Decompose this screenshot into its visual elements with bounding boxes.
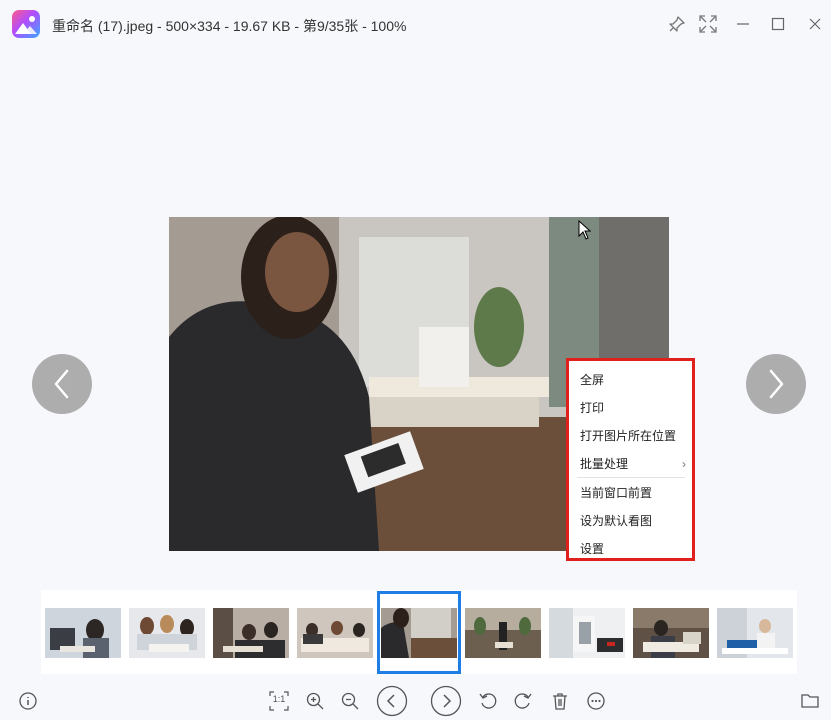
menu-item-batch-process[interactable]: 批量处理 › — [569, 450, 692, 478]
zoom-out-button[interactable] — [337, 688, 363, 714]
previous-button[interactable] — [376, 685, 408, 717]
submenu-arrow-icon: › — [682, 457, 686, 471]
pin-button[interactable] — [665, 12, 689, 36]
thumbnail[interactable] — [633, 608, 709, 658]
next-image-button[interactable] — [746, 354, 806, 414]
next-button[interactable] — [430, 685, 462, 717]
thumbnail[interactable] — [45, 608, 121, 658]
thumbnail[interactable] — [717, 608, 793, 658]
previous-image-button[interactable] — [32, 354, 92, 414]
app-logo — [12, 10, 40, 38]
menu-item-open-location[interactable]: 打开图片所在位置 — [569, 422, 692, 450]
context-menu: 全屏 打印 打开图片所在位置 批量处理 › 当前窗口前置 设为默认看图 设置 — [566, 358, 695, 561]
rotate-right-icon — [514, 693, 532, 709]
next-icon — [430, 685, 462, 717]
fullscreen-icon — [699, 15, 717, 33]
actual-size-label: 1:1 — [272, 694, 286, 704]
pin-icon — [669, 16, 685, 32]
previous-icon — [376, 685, 408, 717]
rotate-left-button[interactable] — [475, 688, 501, 714]
folder-icon — [801, 694, 819, 708]
open-folder-button[interactable] — [797, 688, 823, 714]
info-button[interactable] — [15, 688, 41, 714]
selected-thumbnail-indicator — [377, 591, 461, 674]
thumbnail[interactable] — [549, 608, 625, 658]
thumbnail[interactable] — [129, 608, 205, 658]
thumbnail[interactable] — [465, 608, 541, 658]
window-title: 重命名 (17).jpeg - 500×334 - 19.67 KB - 第9/… — [52, 18, 407, 34]
close-icon — [809, 18, 821, 30]
menu-item-bring-to-front[interactable]: 当前窗口前置 — [569, 479, 692, 507]
zoom-in-button[interactable] — [302, 688, 328, 714]
actual-size-button[interactable]: 1:1 — [266, 688, 292, 714]
delete-icon — [553, 693, 567, 710]
thumbnail[interactable] — [297, 608, 373, 658]
menu-item-fullscreen[interactable]: 全屏 — [569, 366, 692, 394]
mouse-cursor-icon — [578, 220, 592, 240]
menu-item-label: 批量处理 — [580, 457, 629, 471]
delete-button[interactable] — [547, 688, 573, 714]
chevron-right-icon — [769, 369, 784, 399]
maximize-icon — [771, 17, 785, 31]
fullscreen-button[interactable] — [696, 12, 720, 36]
close-button[interactable] — [803, 12, 827, 36]
more-button[interactable] — [583, 688, 609, 714]
more-icon — [587, 692, 605, 710]
info-icon — [19, 692, 37, 710]
menu-item-print[interactable]: 打印 — [569, 394, 692, 422]
thumbnail[interactable] — [213, 608, 289, 658]
menu-item-set-default-viewer[interactable]: 设为默认看图 — [569, 507, 692, 535]
minimize-button[interactable] — [731, 12, 755, 36]
menu-divider — [577, 477, 685, 478]
chevron-left-icon — [54, 369, 69, 399]
minimize-icon — [737, 23, 749, 25]
zoom-out-icon — [341, 692, 359, 710]
title-bar: 重命名 (17).jpeg - 500×334 - 19.67 KB - 第9/… — [0, 0, 831, 50]
rotate-right-button[interactable] — [510, 688, 536, 714]
zoom-in-icon — [306, 692, 324, 710]
rotate-left-icon — [479, 693, 497, 709]
image-viewer-window: 重命名 (17).jpeg - 500×334 - 19.67 KB - 第9/… — [0, 0, 831, 720]
maximize-button[interactable] — [766, 12, 790, 36]
menu-item-settings[interactable]: 设置 — [569, 535, 692, 563]
